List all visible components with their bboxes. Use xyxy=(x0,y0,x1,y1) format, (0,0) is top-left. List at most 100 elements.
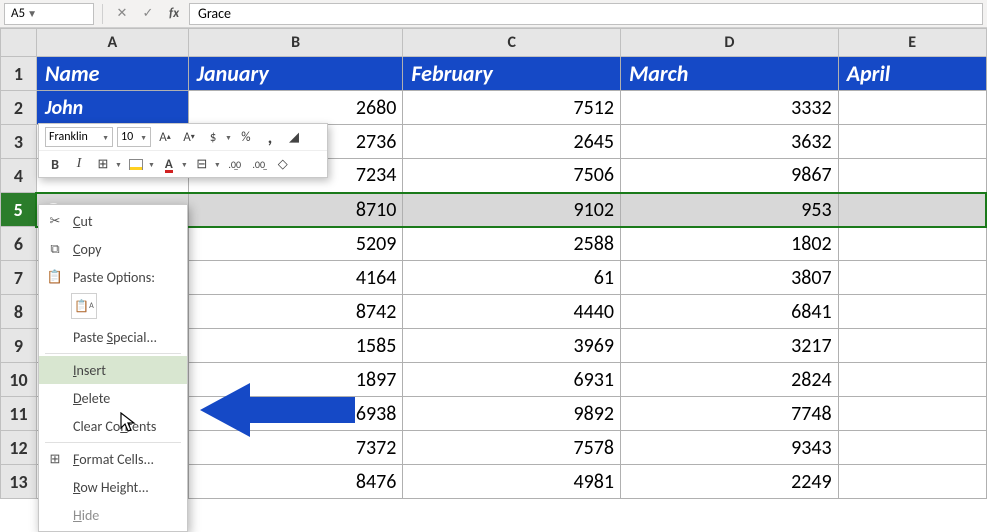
chevron-down-icon[interactable]: ▼ xyxy=(181,160,188,169)
col-header-D[interactable]: D xyxy=(621,29,839,57)
fx-icon[interactable]: fx xyxy=(163,3,185,25)
cell-E4[interactable] xyxy=(838,159,986,193)
merge-center-icon[interactable]: ⊟ xyxy=(192,154,212,174)
name-box[interactable]: A5 ▼ xyxy=(4,3,94,25)
percent-format-icon[interactable]: % xyxy=(236,127,256,147)
row-header-3[interactable]: 3 xyxy=(1,125,37,159)
chevron-down-icon[interactable]: ▼ xyxy=(148,160,155,169)
font-family-select[interactable]: Franklin▼ xyxy=(45,127,113,147)
menu-row-height[interactable]: Row Height... xyxy=(39,473,187,501)
cell-A1[interactable]: Name xyxy=(36,57,188,91)
formula-input[interactable]: Grace xyxy=(189,3,983,25)
row-header-6[interactable]: 6 xyxy=(1,227,37,261)
format-painter-icon[interactable]: ◢ xyxy=(284,127,304,147)
bold-icon[interactable]: B xyxy=(45,154,65,174)
cell-C6[interactable]: 2588 xyxy=(403,227,621,261)
col-header-A[interactable]: A xyxy=(36,29,188,57)
cell-B13[interactable]: 8476 xyxy=(188,465,403,499)
menu-delete[interactable]: Delete xyxy=(39,384,187,412)
row-header-1[interactable]: 1 xyxy=(1,57,37,91)
cell-D9[interactable]: 3217 xyxy=(621,329,839,363)
row-header-9[interactable]: 9 xyxy=(1,329,37,363)
menu-hide[interactable]: Hide xyxy=(39,501,187,529)
cell-E8[interactable] xyxy=(838,295,986,329)
row-header-11[interactable]: 11 xyxy=(1,397,37,431)
row-header-4[interactable]: 4 xyxy=(1,159,37,193)
cell-E2[interactable] xyxy=(838,91,986,125)
row-header-7[interactable]: 7 xyxy=(1,261,37,295)
cell-E1[interactable]: April xyxy=(838,57,986,91)
row-header-5[interactable]: 5 xyxy=(1,193,37,227)
cell-E6[interactable] xyxy=(838,227,986,261)
col-header-C[interactable]: C xyxy=(403,29,621,57)
cell-C2[interactable]: 7512 xyxy=(403,91,621,125)
cell-D3[interactable]: 3632 xyxy=(621,125,839,159)
cell-C12[interactable]: 7578 xyxy=(403,431,621,465)
menu-paste-special[interactable]: Paste Special... xyxy=(39,323,187,351)
cell-D12[interactable]: 9343 xyxy=(621,431,839,465)
fill-color-icon[interactable] xyxy=(126,154,146,174)
cell-C11[interactable]: 9892 xyxy=(403,397,621,431)
cell-D6[interactable]: 1802 xyxy=(621,227,839,261)
cell-C4[interactable]: 7506 xyxy=(403,159,621,193)
cell-C3[interactable]: 2645 xyxy=(403,125,621,159)
row-header-12[interactable]: 12 xyxy=(1,431,37,465)
cell-D11[interactable]: 7748 xyxy=(621,397,839,431)
cell-E12[interactable] xyxy=(838,431,986,465)
chevron-down-icon[interactable]: ▼ xyxy=(225,133,232,142)
menu-insert[interactable]: Insert xyxy=(39,356,187,384)
borders-icon[interactable]: ⊞ xyxy=(93,154,113,174)
col-header-B[interactable]: B xyxy=(188,29,403,57)
cell-B6[interactable]: 5209 xyxy=(188,227,403,261)
cell-C10[interactable]: 6931 xyxy=(403,363,621,397)
menu-copy[interactable]: ⧉ Copy xyxy=(39,235,187,263)
decrease-decimal-icon[interactable]: .00̲ xyxy=(249,154,269,174)
cell-B8[interactable]: 8742 xyxy=(188,295,403,329)
row-header-13[interactable]: 13 xyxy=(1,465,37,499)
cell-C8[interactable]: 4440 xyxy=(403,295,621,329)
cell-C1[interactable]: February xyxy=(403,57,621,91)
name-box-dropdown-icon[interactable]: ▼ xyxy=(25,7,39,20)
cell-C9[interactable]: 3969 xyxy=(403,329,621,363)
cell-C13[interactable]: 4981 xyxy=(403,465,621,499)
cell-B1[interactable]: January xyxy=(188,57,403,91)
cell-C7[interactable]: 61 xyxy=(403,261,621,295)
cell-E9[interactable] xyxy=(838,329,986,363)
row-header-10[interactable]: 10 xyxy=(1,363,37,397)
col-header-E[interactable]: E xyxy=(838,29,986,57)
cell-D1[interactable]: March xyxy=(621,57,839,91)
cell-C5[interactable]: 9102 xyxy=(403,193,621,227)
cell-E3[interactable] xyxy=(838,125,986,159)
confirm-entry-icon[interactable]: ✓ xyxy=(137,3,159,25)
menu-cut[interactable]: ✂ Cut xyxy=(39,207,187,235)
cell-D13[interactable]: 2249 xyxy=(621,465,839,499)
cell-A2[interactable]: John xyxy=(36,91,188,125)
cell-E10[interactable] xyxy=(838,363,986,397)
shrink-font-icon[interactable]: A▾ xyxy=(179,127,199,147)
menu-format-cells[interactable]: ⊞ Format Cells... xyxy=(39,445,187,473)
font-color-icon[interactable]: A xyxy=(159,154,179,174)
accounting-format-icon[interactable]: $ xyxy=(203,127,223,147)
cell-E13[interactable] xyxy=(838,465,986,499)
font-size-select[interactable]: 10▼ xyxy=(117,127,151,147)
cell-E5[interactable] xyxy=(838,193,986,227)
comma-format-icon[interactable]: , xyxy=(260,127,280,147)
cell-D4[interactable]: 9867 xyxy=(621,159,839,193)
chevron-down-icon[interactable]: ▼ xyxy=(115,160,122,169)
chevron-down-icon[interactable]: ▼ xyxy=(214,160,221,169)
cell-D2[interactable]: 3332 xyxy=(621,91,839,125)
cell-D8[interactable]: 6841 xyxy=(621,295,839,329)
cell-D7[interactable]: 3807 xyxy=(621,261,839,295)
clear-icon[interactable]: ◇ xyxy=(273,154,293,174)
cell-E7[interactable] xyxy=(838,261,986,295)
cell-D10[interactable]: 2824 xyxy=(621,363,839,397)
cell-B2[interactable]: 2680 xyxy=(188,91,403,125)
cell-E11[interactable] xyxy=(838,397,986,431)
cancel-entry-icon[interactable]: ✕ xyxy=(111,3,133,25)
cell-D5[interactable]: 953 xyxy=(621,193,839,227)
grow-font-icon[interactable]: A▴ xyxy=(155,127,175,147)
menu-clear-contents[interactable]: Clear Contents xyxy=(39,412,187,440)
paste-default-icon[interactable]: 📋A xyxy=(71,293,97,319)
cell-B7[interactable]: 4164 xyxy=(188,261,403,295)
select-all-corner[interactable] xyxy=(1,29,37,57)
